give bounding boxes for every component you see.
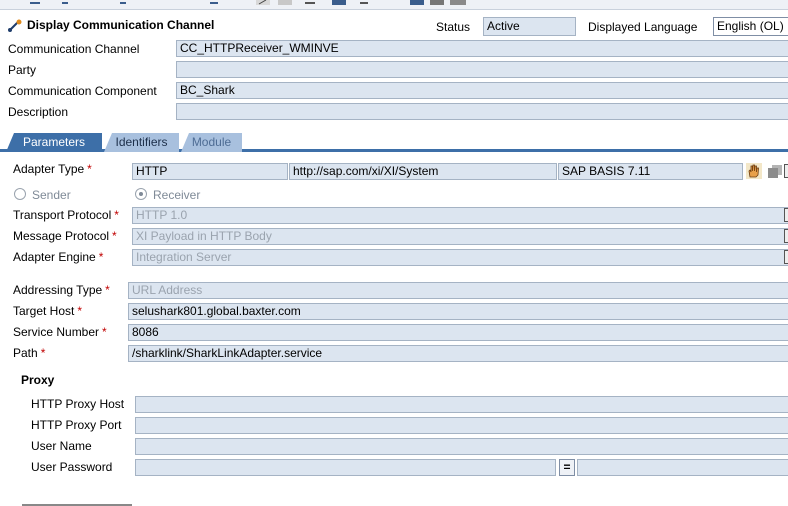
proxy-host-field: [135, 396, 788, 413]
component-field: BC_Shark: [176, 82, 788, 99]
description-field: [176, 103, 788, 120]
service-field: 8086: [128, 324, 788, 341]
user-password-label: User Password: [31, 460, 113, 474]
proxy-title: Proxy: [21, 373, 55, 387]
channel-icon: [8, 19, 22, 32]
toolbar-icon[interactable]: [210, 0, 218, 6]
edit-icon[interactable]: [256, 0, 270, 6]
path-field: /sharklink/SharkLinkAdapter.service: [128, 345, 788, 362]
host-field: selushark801.global.baxter.com: [128, 303, 788, 320]
receiver-label: Receiver: [153, 188, 201, 202]
message-select[interactable]: XI Payload in HTTP Body: [132, 228, 788, 245]
message-label: Message Protocol *: [13, 229, 117, 243]
toolbar-icon[interactable]: [332, 0, 346, 6]
sender-label: Sender: [32, 188, 71, 202]
description-label: Description: [8, 105, 69, 119]
adapter-type-label: Adapter Type *: [13, 162, 92, 176]
tab-module[interactable]: Module: [181, 133, 242, 152]
tab-parameters[interactable]: Parameters: [6, 133, 102, 152]
tab-identifiers[interactable]: Identifiers: [104, 133, 179, 152]
cropped-section-title: [22, 501, 132, 506]
user-password-field: [135, 459, 556, 476]
transport-select[interactable]: HTTP 1.0: [132, 207, 788, 224]
hand-icon[interactable]: [746, 163, 762, 179]
addressing-select[interactable]: URL Address: [128, 282, 788, 299]
user-name-field: [135, 438, 788, 455]
dropdown-icon[interactable]: [784, 229, 788, 243]
toolbar-icon[interactable]: [430, 0, 444, 6]
toolbar-icon[interactable]: [450, 0, 466, 6]
receiver-radio[interactable]: [135, 188, 147, 200]
party-label: Party: [8, 63, 37, 77]
proxy-port-field: [135, 417, 788, 434]
user-password-confirm-field: [577, 459, 788, 476]
path-label: Path *: [13, 346, 46, 360]
channel-field: CC_HTTPReceiver_WMINVE: [176, 40, 788, 57]
status-field: Active: [483, 17, 576, 36]
equals-icon: =: [559, 459, 575, 476]
channel-label: Communication Channel: [8, 42, 140, 56]
language-label: Displayed Language: [588, 20, 698, 34]
host-label: Target Host *: [13, 304, 83, 318]
tab-strip: Parameters Identifiers Module: [0, 131, 788, 152]
dropdown-icon[interactable]: [784, 208, 788, 222]
engine-select[interactable]: Integration Server: [132, 249, 788, 266]
toolbar-icon[interactable]: [278, 0, 292, 6]
page-title: Display Communication Channel: [27, 18, 215, 32]
copy-icon[interactable]: [768, 165, 782, 178]
toolbar-icon[interactable]: [305, 0, 315, 6]
addressing-label: Addressing Type *: [13, 283, 110, 297]
dropdown-icon[interactable]: [784, 250, 788, 264]
user-name-label: User Name: [31, 439, 92, 453]
toolbar: [0, 0, 788, 10]
party-field: [176, 61, 788, 78]
status-label: Status: [436, 20, 471, 34]
proxy-port-label: HTTP Proxy Port: [31, 418, 122, 432]
service-label: Service Number *: [13, 325, 107, 339]
toolbar-icon[interactable]: [360, 0, 368, 6]
adapter-swcv-field: SAP BASIS 7.11: [558, 163, 743, 180]
transport-label: Transport Protocol *: [13, 208, 119, 222]
engine-label: Adapter Engine *: [13, 250, 104, 264]
sender-radio[interactable]: [14, 188, 26, 200]
edge-icon: [784, 164, 788, 178]
toolbar-icon[interactable]: [120, 0, 126, 6]
toolbar-icon[interactable]: [30, 0, 40, 6]
language-select[interactable]: English (OL): [713, 17, 788, 36]
proxy-host-label: HTTP Proxy Host: [31, 397, 125, 411]
adapter-type-field: HTTP: [132, 163, 288, 180]
adapter-namespace-field: http://sap.com/xi/XI/System: [289, 163, 557, 180]
toolbar-icon[interactable]: [62, 0, 68, 6]
component-label: Communication Component: [8, 84, 157, 98]
toolbar-icon[interactable]: [410, 0, 424, 6]
